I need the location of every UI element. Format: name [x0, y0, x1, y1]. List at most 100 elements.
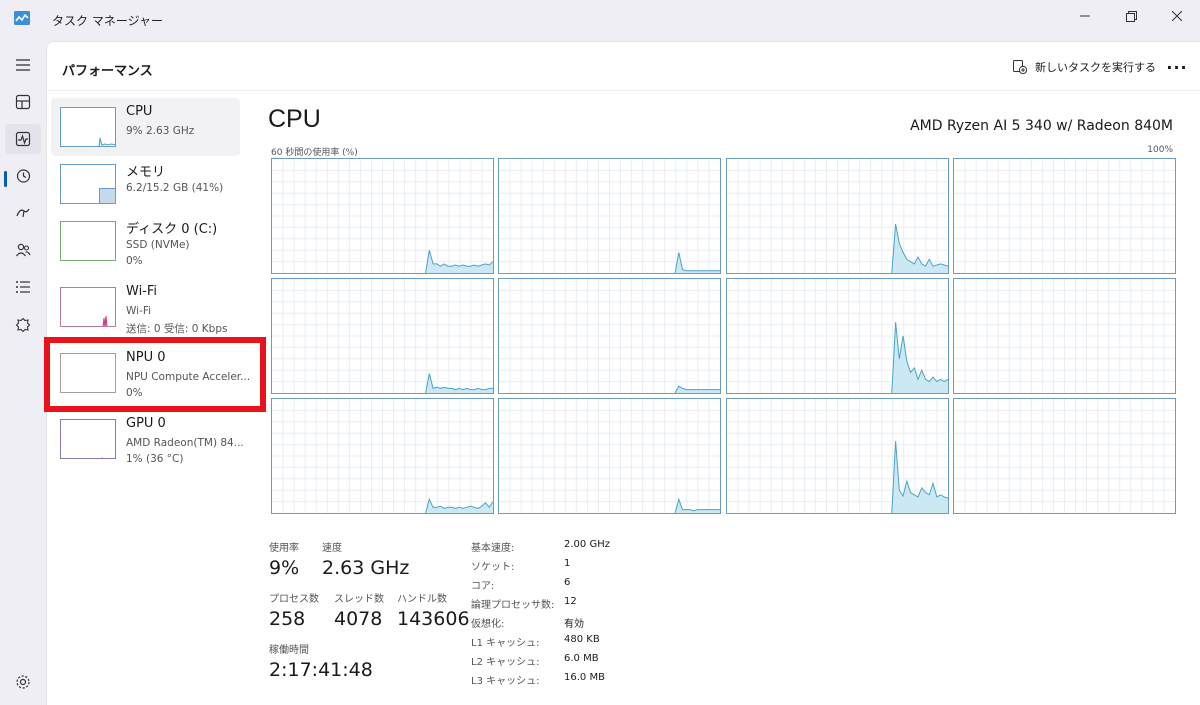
cpu-usage-graph [499, 399, 721, 513]
spec-key: L2 キャッシュ: [471, 657, 540, 668]
app-history-icon [16, 169, 31, 183]
cpu-graph-cell [498, 278, 722, 394]
handles-value: 143606 [397, 608, 470, 630]
cpu-graph-cell [271, 158, 494, 274]
npu-highlight-annotation [44, 337, 266, 412]
spec-value: 16.0 MB [564, 672, 605, 683]
nav-services[interactable] [5, 310, 41, 340]
cpu-graph-cell [271, 398, 494, 514]
nav-startup-apps[interactable] [5, 198, 41, 228]
device-name: ディスク 0 (C:) [126, 222, 218, 237]
maximize-button[interactable] [1108, 0, 1154, 32]
services-icon [15, 317, 31, 333]
device-name: CPU [126, 104, 153, 119]
cpu-graph-cell [725, 398, 949, 514]
cpu-heading: CPU [268, 105, 321, 133]
cpu-graph-cell [952, 398, 1176, 514]
device-detail: 9% 2.63 GHz [126, 125, 195, 137]
cpu-usage-graph [272, 159, 493, 273]
navigation-rail [0, 40, 46, 705]
cpu-graph-cell [498, 398, 722, 514]
memory-usage-fill [99, 188, 115, 203]
threads-value: 4078 [334, 608, 383, 630]
processes-label: プロセス数 [269, 594, 319, 605]
cpu-graph-cell [271, 278, 494, 394]
run-new-task-button[interactable]: 新しいタスクを実行する [1013, 56, 1156, 78]
device-detail: AMD Radeon(TM) 84... [126, 437, 244, 449]
cpu-usage-graph [726, 279, 948, 393]
startup-apps-icon [16, 208, 30, 218]
device-detail: 0% [126, 255, 143, 267]
uptime-label: 稼働時間 [269, 645, 309, 656]
cpu-model-name: AMD Ryzen AI 5 340 w/ Radeon 840M [910, 118, 1173, 134]
run-new-task-label: 新しいタスクを実行する [1035, 61, 1156, 74]
device-item-wifi[interactable]: Wi-Fi Wi-Fi 送信: 0 受信: 0 Kbps [51, 278, 240, 336]
spec-value: 12 [564, 596, 577, 607]
nav-users[interactable] [5, 235, 41, 265]
handles-label: ハンドル数 [397, 594, 447, 605]
device-detail: Wi-Fi [126, 305, 152, 317]
device-detail: 1% (36 °C) [126, 453, 184, 465]
cpu-graph-cell [725, 278, 949, 394]
spec-value: 6.0 MB [564, 653, 599, 664]
nav-processes[interactable] [5, 87, 41, 117]
cpu-usage-area [891, 441, 948, 513]
logical-processor-graphs [271, 158, 1177, 514]
device-detail: SSD (NVMe) [126, 239, 190, 251]
cpu-graph-cell [498, 158, 722, 274]
minimize-button[interactable] [1062, 0, 1108, 32]
cpu-graph-cell [952, 158, 1176, 274]
nav-details[interactable] [5, 272, 41, 302]
device-item-cpu[interactable]: CPU 9% 2.63 GHz [51, 98, 240, 156]
restore-icon [1125, 10, 1137, 22]
task-manager-icon [14, 11, 30, 25]
device-name: Wi-Fi [126, 284, 158, 299]
cpu-usage-graph [953, 399, 1175, 513]
spec-key: ソケット: [471, 562, 515, 573]
more-options-button[interactable]: ··· [1163, 54, 1191, 80]
spec-key: 仮想化: [471, 619, 505, 630]
threads-label: スレッド数 [334, 594, 384, 605]
nav-app-history[interactable] [5, 161, 41, 191]
cpu-usage-graph [272, 279, 493, 393]
cpu-usage-graph [953, 159, 1175, 273]
spec-value: 480 KB [564, 634, 600, 645]
disk-thumbnail-graph [60, 221, 116, 261]
device-item-gpu[interactable]: GPU 0 AMD Radeon(TM) 84... 1% (36 °C) [51, 410, 244, 468]
spec-key: L3 キャッシュ: [471, 676, 540, 687]
speed-value: 2.63 GHz [322, 557, 410, 579]
memory-thumbnail-graph [60, 164, 116, 204]
close-icon [1172, 11, 1182, 21]
cpu-graph-cell [952, 278, 1176, 394]
device-item-memory[interactable]: メモリ 6.2/15.2 GB (41%) [51, 155, 240, 213]
nav-settings[interactable] [5, 667, 41, 697]
cpu-graph-cell [725, 158, 949, 274]
new-task-icon [1013, 60, 1027, 74]
device-name: メモリ [126, 165, 166, 180]
window-title: タスク マネージャー [52, 14, 163, 28]
spec-key: 基本速度: [471, 543, 515, 554]
spec-value: 有効 [564, 619, 584, 630]
spec-key: 論理プロセッサ数: [471, 600, 555, 611]
settings-icon [16, 675, 30, 689]
performance-icon [15, 131, 31, 147]
device-item-disk[interactable]: ディスク 0 (C:) SSD (NVMe) 0% [51, 212, 240, 270]
wifi-thumbnail-graph [60, 287, 116, 327]
graph-max-label: 100% [1147, 145, 1173, 155]
speed-label: 速度 [322, 543, 342, 554]
cpu-usage-graph [726, 399, 948, 513]
graph-caption: 60 秒間の使用率 (%) [271, 148, 358, 158]
nav-performance[interactable] [5, 124, 41, 154]
main-panel: パフォーマンス 新しいタスクを実行する ··· CPU 9% 2.63 GHz … [44, 41, 1200, 705]
details-icon [16, 281, 30, 293]
device-detail: 6.2/15.2 GB (41%) [126, 182, 224, 194]
device-name: GPU 0 [126, 416, 166, 431]
close-button[interactable] [1154, 0, 1200, 32]
title-bar: タスク マネージャー [0, 0, 1200, 40]
nav-menu-button[interactable] [5, 50, 41, 80]
usage-label: 使用率 [269, 543, 299, 554]
spec-key: コア: [471, 581, 495, 592]
spec-value: 1 [564, 558, 571, 569]
processes-icon [15, 94, 31, 110]
cpu-usage-graph [953, 279, 1175, 393]
